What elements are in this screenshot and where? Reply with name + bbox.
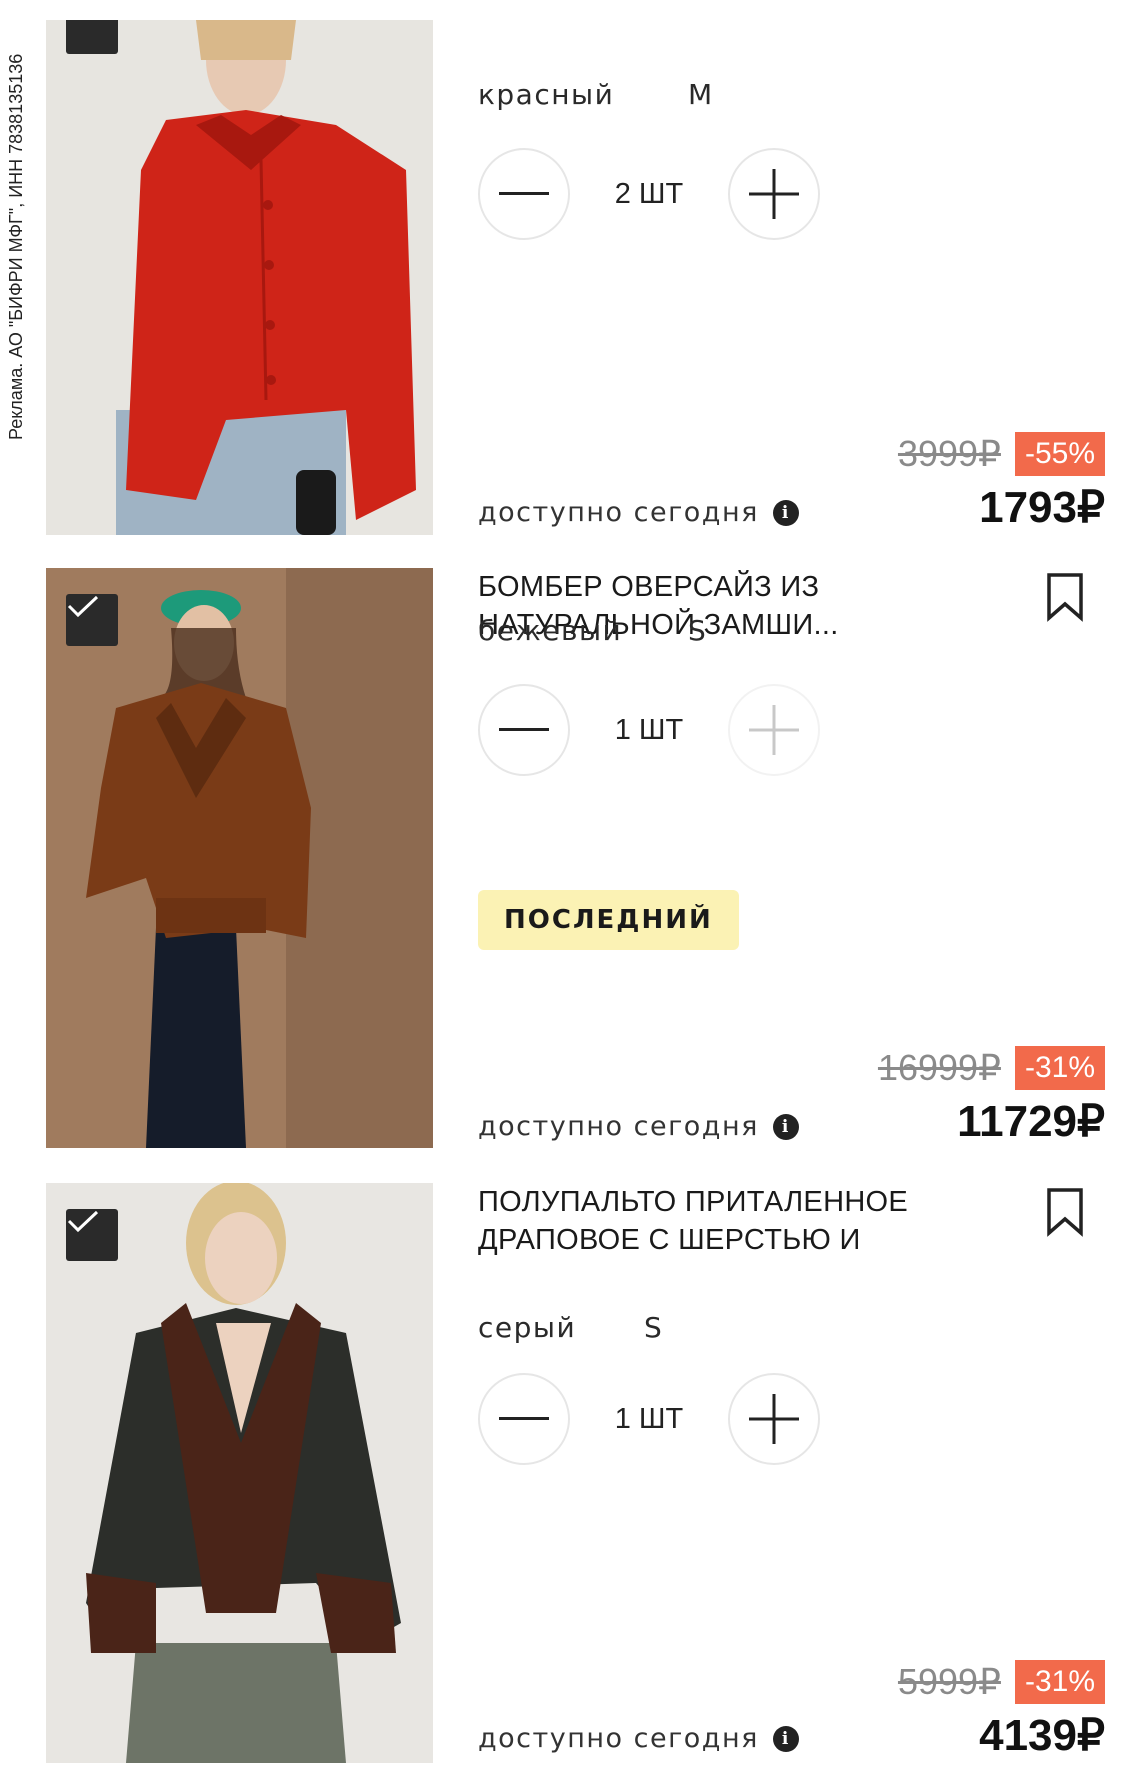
product-photo[interactable] [46,1183,433,1763]
availability: доступно сегодня i [478,1723,799,1754]
checkbox-checked-icon [67,1210,99,1233]
cart-item: красный M 2 ШТ доступно сегодня i 3999₽ … [0,0,1145,545]
old-price: 16999₽ [877,1047,1001,1088]
availability: доступно сегодня i [478,1111,799,1142]
info-icon[interactable]: i [772,1725,799,1752]
price-box: 16999₽ -31% 11729₽ [878,1046,1105,1147]
old-price: 3999₽ [897,433,1001,474]
increase-button-disabled[interactable] [728,684,820,776]
availability-text: доступно сегодня [478,1723,759,1754]
current-price: 11729₽ [957,1097,1105,1146]
increase-button[interactable] [728,148,820,240]
quantity-value: 1 ШТ [614,1403,684,1435]
info-icon[interactable]: i [772,499,799,526]
minus-icon [499,192,549,195]
cart-item: БОМБЕР ОВЕРСАЙЗ ИЗ НАТУРАЛЬНОЙ ЗАМШИ... … [0,568,1145,1148]
cart-item: ПОЛУПАЛЬТО ПРИТАЛЕННОЕ ДРАПОВОЕ С ШЕРСТЬ… [0,1183,1145,1773]
old-price-row: 3999₽ -55% [898,432,1105,476]
discount-badge: -31% [1014,1046,1105,1090]
decrease-button[interactable] [478,148,570,240]
last-item-tag: ПОСЛЕДНИЙ [478,890,739,950]
old-price-row: 16999₽ -31% [878,1046,1105,1090]
current-price: 1793₽ [979,483,1105,532]
product-photo-image [46,1183,433,1763]
product-photo[interactable] [46,20,433,535]
decrease-button[interactable] [478,684,570,776]
price-box: 5999₽ -31% 4139₽ [898,1660,1105,1761]
item-info: БОМБЕР ОВЕРСАЙЗ ИЗ НАТУРАЛЬНОЙ ЗАМШИ... … [478,568,1105,1148]
minus-icon [499,1417,549,1420]
quantity-value: 1 ШТ [614,714,684,746]
product-photo[interactable] [46,568,433,1148]
quantity-stepper: 1 ШТ [478,684,828,780]
product-photo-image [46,568,433,1148]
quantity-stepper: 1 ШТ [478,1373,828,1469]
availability-text: доступно сегодня [478,1111,759,1142]
availability-text: доступно сегодня [478,497,759,528]
variant: серый S [478,1311,662,1344]
color-label: бежевый [478,614,623,647]
minus-icon [499,728,549,731]
checkbox-checked-icon [67,595,99,618]
select-checkbox[interactable] [66,20,118,54]
bookmark-icon[interactable] [1045,1187,1085,1237]
old-price: 5999₽ [897,1661,1001,1702]
size-label: M [688,78,713,111]
discount-badge: -31% [1014,1660,1105,1704]
select-checkbox[interactable] [66,1209,118,1261]
quantity-value: 2 ШТ [614,178,684,210]
increase-button[interactable] [728,1373,820,1465]
old-price-row: 5999₽ -31% [898,1660,1105,1704]
size-label: S [688,614,706,647]
item-info: красный M 2 ШТ доступно сегодня i 3999₽ … [478,0,1105,545]
plus-icon [749,705,799,755]
availability: доступно сегодня i [478,497,799,528]
discount-badge: -55% [1014,432,1105,476]
quantity-stepper: 2 ШТ [478,148,828,244]
price-box: 3999₽ -55% 1793₽ [898,432,1105,533]
product-photo-image [46,20,433,535]
variant: красный M [478,78,712,111]
plus-icon [749,169,799,219]
item-info: ПОЛУПАЛЬТО ПРИТАЛЕННОЕ ДРАПОВОЕ С ШЕРСТЬ… [478,1183,1105,1773]
current-price: 4139₽ [979,1711,1105,1760]
variant: бежевый S [478,614,706,647]
size-label: S [644,1311,662,1344]
color-label: серый [478,1311,577,1344]
plus-icon [749,1394,799,1444]
color-label: красный [478,78,615,111]
info-icon[interactable]: i [772,1113,799,1140]
product-title[interactable]: ПОЛУПАЛЬТО ПРИТАЛЕННОЕ ДРАПОВОЕ С ШЕРСТЬ… [478,1183,938,1259]
bookmark-icon[interactable] [1045,572,1085,622]
select-checkbox[interactable] [66,594,118,646]
decrease-button[interactable] [478,1373,570,1465]
